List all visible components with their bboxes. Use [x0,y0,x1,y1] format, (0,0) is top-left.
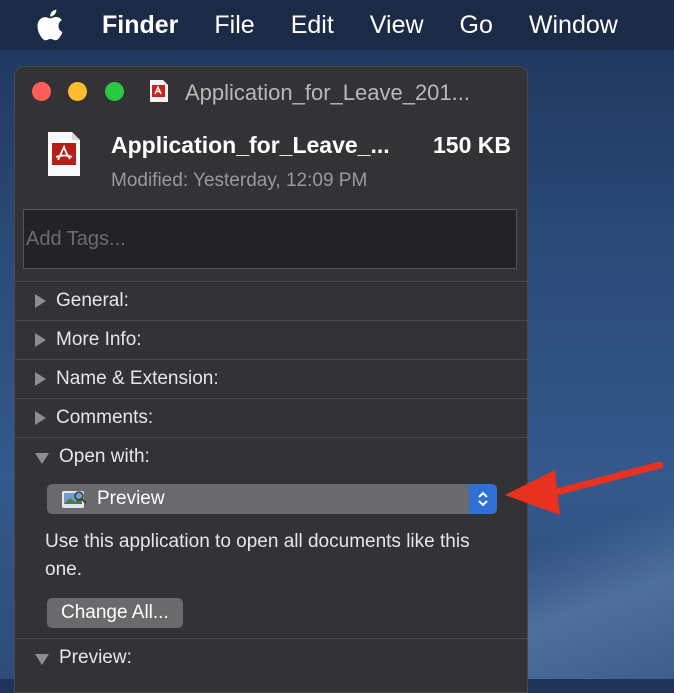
section-label: More Info: [56,329,142,350]
menu-go[interactable]: Go [460,11,493,40]
disclosure-right-icon [35,294,46,308]
disclosure-down-icon [35,452,49,464]
window-title: Application_for_Leave_201... [185,80,470,105]
file-size: 150 KB [433,132,511,158]
disclosure-right-icon [35,411,46,425]
disclosure-right-icon [35,333,46,347]
change-all-button[interactable]: Change All... [47,598,183,628]
menu-file[interactable]: File [214,11,254,40]
title-bar[interactable]: Application_for_Leave_201... [15,67,527,117]
chevron-updown-icon[interactable] [469,484,497,514]
disclosure-down-icon [35,653,49,665]
close-button[interactable] [32,82,51,101]
section-comments[interactable]: Comments: [15,398,527,437]
menu-view[interactable]: View [370,11,424,40]
menu-bar: Finder File Edit View Go Window [0,0,674,50]
section-general[interactable]: General: [15,281,527,320]
pdf-file-icon [150,80,168,102]
section-more-info[interactable]: More Info: [15,320,527,359]
info-sections: General: More Info: Name & Extension: Co… [15,281,527,677]
menu-window[interactable]: Window [529,11,618,40]
red-arrow-annotation [505,461,664,515]
disclosure-right-icon [35,372,46,386]
menu-edit[interactable]: Edit [291,11,334,40]
preview-app-icon [62,491,87,508]
application-popup[interactable]: Preview [47,484,497,514]
open-with-description: Use this application to open all documen… [45,531,470,580]
pdf-document-icon [48,132,80,176]
section-label: Open with: [59,446,150,467]
section-name-extension[interactable]: Name & Extension: [15,359,527,398]
section-preview[interactable]: Preview: [15,638,527,677]
section-label: Comments: [56,407,154,428]
open-with-panel: Preview Use this application to open all… [15,484,527,638]
get-info-window: Application_for_Leave_201... Application… [14,66,528,693]
apple-icon[interactable] [34,8,72,42]
section-label: Preview: [59,647,132,668]
selected-app-label: Preview [97,488,165,509]
zoom-button[interactable] [105,82,124,101]
file-name: Application_for_Leave_... [111,132,390,158]
minimize-button[interactable] [68,82,87,101]
section-open-with[interactable]: Open with: [15,437,527,476]
modified-date: Modified: Yesterday, 12:09 PM [111,170,368,191]
file-header: Application_for_Leave_... 150 KB Modifie… [15,117,527,207]
section-label: Name & Extension: [56,368,219,389]
section-label: General: [56,290,129,311]
menu-finder[interactable]: Finder [102,11,178,40]
tags-input[interactable] [23,209,517,269]
